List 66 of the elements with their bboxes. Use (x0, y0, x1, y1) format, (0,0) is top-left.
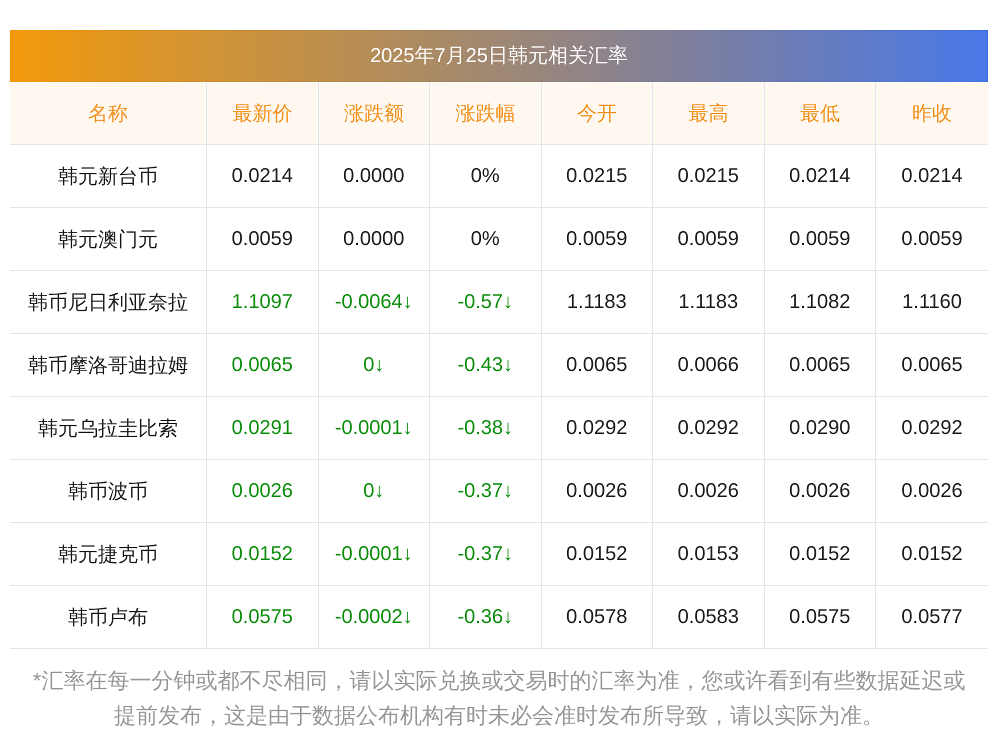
table-cell: 韩币摩洛哥迪拉姆 (10, 334, 206, 396)
table-cell: 0.0575 (206, 586, 318, 648)
table-cell: 0.0000 (318, 144, 430, 208)
table-cell: 0.0065 (764, 334, 876, 396)
table-cell: -0.36↓ (430, 586, 541, 648)
table-cell: 0.0215 (541, 144, 652, 208)
table-cell: 0.0026 (764, 460, 876, 522)
table-cell: 0.0152 (764, 522, 876, 586)
table-cell: -0.57↓ (430, 270, 541, 334)
table-cell: 0.0292 (541, 396, 652, 460)
table-cell: -0.43↓ (430, 334, 541, 396)
table-cell: -0.37↓ (430, 522, 541, 586)
table-title: 2025年7月25日韩元相关汇率 (10, 30, 988, 82)
table-cell: 0.0583 (652, 586, 764, 648)
table-cell: -0.0001↓ (318, 522, 430, 586)
table-cell: 0.0059 (652, 208, 764, 270)
table-cell: 0↓ (318, 334, 430, 396)
table-cell: 0.0153 (652, 522, 764, 586)
table-cell: -0.0064↓ (318, 270, 430, 334)
table-cell: 0.0290 (764, 396, 876, 460)
table-cell: 1.1082 (764, 270, 876, 334)
table-cell: 韩元捷克币 (10, 522, 206, 586)
table-cell: 韩元新台币 (10, 144, 206, 208)
table-cell: 0% (430, 144, 541, 208)
column-header: 昨收 (876, 82, 988, 144)
table-cell: 0.0215 (652, 144, 764, 208)
table-cell: 0.0152 (541, 522, 652, 586)
table-cell: 0.0026 (206, 460, 318, 522)
table-cell: 0.0066 (652, 334, 764, 396)
table-cell: 0.0214 (206, 144, 318, 208)
column-header: 涨跌幅 (430, 82, 541, 144)
table-cell: 0.0065 (541, 334, 652, 396)
table-cell: 0.0059 (541, 208, 652, 270)
table-cell: 韩币尼日利亚奈拉 (10, 270, 206, 334)
table-cell: 0.0026 (652, 460, 764, 522)
table-cell: 0.0292 (652, 396, 764, 460)
table-cell: 0.0152 (206, 522, 318, 586)
table-cell: 0.0214 (764, 144, 876, 208)
table-cell: 0↓ (318, 460, 430, 522)
table-cell: 1.1183 (652, 270, 764, 334)
table-cell: 0.0291 (206, 396, 318, 460)
column-header: 最新价 (206, 82, 318, 144)
table-cell: 韩元澳门元 (10, 208, 206, 270)
table-cell: 0.0059 (206, 208, 318, 270)
column-header: 最高 (652, 82, 764, 144)
table-cell: 0.0578 (541, 586, 652, 648)
disclaimer-text: *汇率在每一分钟或都不尽相同，请以实际兑换或交易时的汇率为准，您或许看到有些数据延迟或提前发布，这是由于数据公布机构有时未必会准时发布所导致，请以实际为准。 (32, 667, 966, 730)
table-cell: -0.0002↓ (318, 586, 430, 648)
table-cell: 1.1183 (541, 270, 652, 334)
column-header: 涨跌额 (318, 82, 430, 144)
table-cell: -0.0001↓ (318, 396, 430, 460)
table-cell: 韩币卢布 (10, 586, 206, 648)
table-cell: 0.0065 (206, 334, 318, 396)
table-cell: 0.0000 (318, 208, 430, 270)
table-cell: -0.38↓ (430, 396, 541, 460)
table-cell: 0% (430, 208, 541, 270)
table-cell: 韩元乌拉圭比索 (10, 396, 206, 460)
column-header: 今开 (541, 82, 652, 144)
table-cell: 0.0026 (541, 460, 652, 522)
table-cell: -0.37↓ (430, 460, 541, 522)
table-cell: 0.0059 (764, 208, 876, 270)
table-cell: 1.1097 (206, 270, 318, 334)
column-header: 名称 (10, 82, 206, 144)
table-cell: 韩币波币 (10, 460, 206, 522)
column-header: 最低 (764, 82, 876, 144)
table-cell: 0.0575 (764, 586, 876, 648)
